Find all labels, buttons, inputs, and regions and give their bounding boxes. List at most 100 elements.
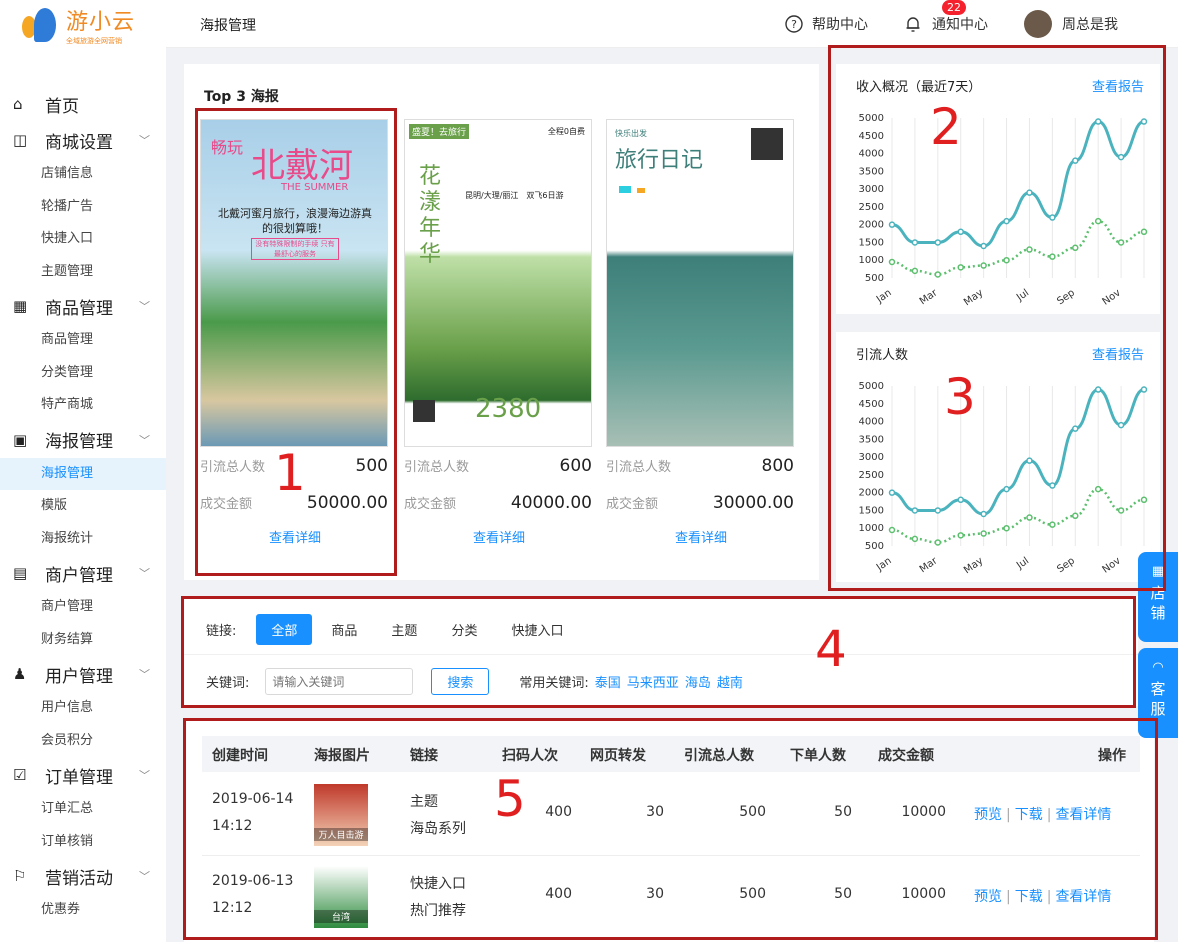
traffic-label: 引流总人数: [404, 460, 470, 475]
sidebar-item[interactable]: 商户管理: [0, 591, 166, 624]
help-center-label: 帮助中心: [812, 17, 868, 33]
amount-value: 40000.00: [510, 492, 592, 513]
poster-route: 昆明/大理/丽江 双飞6日游: [465, 191, 564, 200]
grid-icon: ▦: [13, 297, 28, 315]
sidebar-item[interactable]: 财务结算: [0, 624, 166, 657]
poster-brand: 盛夏！去旅行: [409, 124, 470, 139]
sidebar-group-label: 订单管理: [45, 767, 113, 788]
sidebar-item[interactable]: 模版: [0, 490, 166, 523]
amount-stat: 成交金额 30000.00: [606, 484, 796, 521]
page-title: 海报管理: [200, 18, 256, 34]
annotation-number-1: 1: [274, 444, 306, 502]
traffic-stat: 引流总人数 800: [606, 447, 796, 484]
sidebar-item[interactable]: 快捷入口: [0, 223, 166, 256]
bell-icon: [906, 17, 920, 32]
sidebar-item[interactable]: 用户信息: [0, 692, 166, 725]
chevron-down-icon: ﹀: [139, 870, 150, 883]
notification-center-label: 通知中心: [932, 17, 988, 33]
sidebar-group-label: 商城设置: [45, 132, 113, 153]
poster-headline: 花漾年华: [419, 164, 442, 267]
qr-code-icon: [751, 128, 783, 160]
sidebar-item[interactable]: 店铺信息: [0, 158, 166, 191]
sidebar-item[interactable]: 海报统计: [0, 523, 166, 556]
sidebar-group-label: 海报管理: [45, 432, 113, 452]
store-icon: ▤: [13, 564, 28, 582]
sidebar-item[interactable]: 商品管理: [0, 324, 166, 357]
top3-title: Top 3 海报: [204, 89, 279, 105]
traffic-value: 600: [559, 455, 592, 476]
annotation-box-2-3: [828, 45, 1166, 591]
logo-subtitle: 全域旅游全网营销: [66, 37, 122, 45]
user-name: 周总是我: [1062, 17, 1118, 33]
sidebar-group-0[interactable]: ⌂ 首页: [0, 86, 166, 122]
annotation-number-2: 2: [930, 98, 962, 156]
poster-image[interactable]: 快乐出发 旅行日记: [606, 119, 794, 447]
sidebar-group-label: 用户管理: [45, 666, 113, 687]
sidebar-item[interactable]: 特产商城: [0, 389, 166, 422]
annotation-number-4: 4: [815, 620, 847, 678]
annotation-box-5: [183, 718, 1158, 940]
sidebar-group-label: 营销活动: [45, 868, 113, 889]
view-detail-link[interactable]: 查看详细: [404, 527, 594, 546]
help-icon: ?: [785, 15, 803, 33]
poster-card: 盛夏！去旅行 全程0自费 花漾年华 昆明/大理/丽江 双飞6日游 2380 引流总人数 60…: [404, 119, 594, 546]
chevron-down-icon: ﹀: [139, 668, 150, 681]
poster-image[interactable]: 盛夏！去旅行 全程0自费 花漾年华 昆明/大理/丽江 双飞6日游 2380: [404, 119, 592, 447]
sidebar-group-5[interactable]: ♟ 用户管理 ﹀: [0, 656, 166, 692]
poster-deco: [637, 188, 645, 193]
sidebar-group-7[interactable]: ⚐ 营销活动 ﹀: [0, 858, 166, 894]
sidebar-group-3[interactable]: ▣ 海报管理 ﹀: [0, 422, 166, 458]
logo-mark-icon: [22, 6, 62, 44]
shop-icon: ◫: [13, 131, 28, 149]
sidebar-item[interactable]: 订单汇总: [0, 793, 166, 826]
view-detail-link[interactable]: 查看详细: [606, 527, 796, 546]
poster-card: 快乐出发 旅行日记引流总人数 800 成交金额 30000.00 查看详细: [606, 119, 796, 546]
avatar: [1024, 10, 1052, 38]
chevron-down-icon: ﹀: [139, 433, 150, 447]
sidebar-item[interactable]: 订单核销: [0, 826, 166, 859]
amount-label: 成交金额: [404, 497, 457, 512]
amount-value: 30000.00: [712, 492, 794, 513]
image-icon: ▣: [13, 430, 28, 449]
sidebar-item[interactable]: 会员积分: [0, 725, 166, 758]
headset-icon: ◠: [1152, 660, 1164, 675]
service-float-label: 客服: [1150, 680, 1166, 718]
sidebar-item[interactable]: 主题管理: [0, 256, 166, 289]
sidebar-item[interactable]: 轮播广告: [0, 191, 166, 224]
sidebar-group-1[interactable]: ◫ 商城设置 ﹀: [0, 122, 166, 158]
chevron-down-icon: ﹀: [139, 567, 150, 580]
amount-label: 成交金额: [606, 497, 659, 512]
sidebar-group-4[interactable]: ▤ 商户管理 ﹀: [0, 555, 166, 591]
sidebar-group-6[interactable]: ☑ 订单管理 ﹀: [0, 757, 166, 793]
annotation-number-5: 5: [494, 770, 526, 828]
poster-headline: 旅行日记: [615, 148, 704, 173]
sidebar-item[interactable]: 海报管理: [0, 457, 166, 490]
traffic-label: 引流总人数: [606, 460, 672, 475]
chevron-down-icon: ﹀: [139, 769, 150, 782]
annotation-box-1: [195, 108, 397, 576]
sidebar-group-label: 商户管理: [45, 565, 113, 586]
amount-stat: 成交金额 40000.00: [404, 484, 594, 521]
sidebar-item[interactable]: 优惠券: [0, 894, 166, 927]
home-icon: ⌂: [13, 95, 23, 113]
sidebar: 游小云 全域旅游全网营销 ⌂ 首页 ◫ 商城设置 ﹀ 店铺信息 轮播广告 快捷入口 主题管理 ▦ 商…: [0, 0, 166, 942]
chevron-down-icon: ﹀: [139, 300, 150, 313]
logo[interactable]: 游小云 全域旅游全网营销: [22, 4, 135, 46]
sidebar-group-label: 商品管理: [45, 298, 113, 319]
user-menu[interactable]: 周总是我: [1024, 10, 1118, 38]
notification-center-link[interactable]: 通知中心 22: [904, 0, 988, 34]
sidebar-group-2[interactable]: ▦ 商品管理 ﹀: [0, 288, 166, 324]
sidebar-group-label: 首页: [45, 96, 79, 117]
sidebar-item[interactable]: 分类管理: [0, 357, 166, 390]
poster-deco: [619, 186, 631, 193]
poster-tag: 全程0自费: [547, 127, 585, 136]
help-center-link[interactable]: ? 帮助中心: [784, 14, 868, 34]
annotation-number-3: 3: [944, 368, 976, 426]
annotation-box-4: [181, 596, 1136, 708]
qr-code-icon: [413, 400, 435, 422]
topbar: 海报管理 ? 帮助中心 通知中心 22 周总是我: [166, 0, 1178, 48]
logo-title: 游小云: [66, 10, 136, 35]
traffic-value: 800: [761, 455, 794, 476]
sidebar-menu: ⌂ 首页 ◫ 商城设置 ﹀ 店铺信息 轮播广告 快捷入口 主题管理 ▦ 商品管理 ﹀ 商品管理 分类管理特…: [0, 86, 166, 927]
flag-icon: ⚐: [13, 867, 27, 885]
